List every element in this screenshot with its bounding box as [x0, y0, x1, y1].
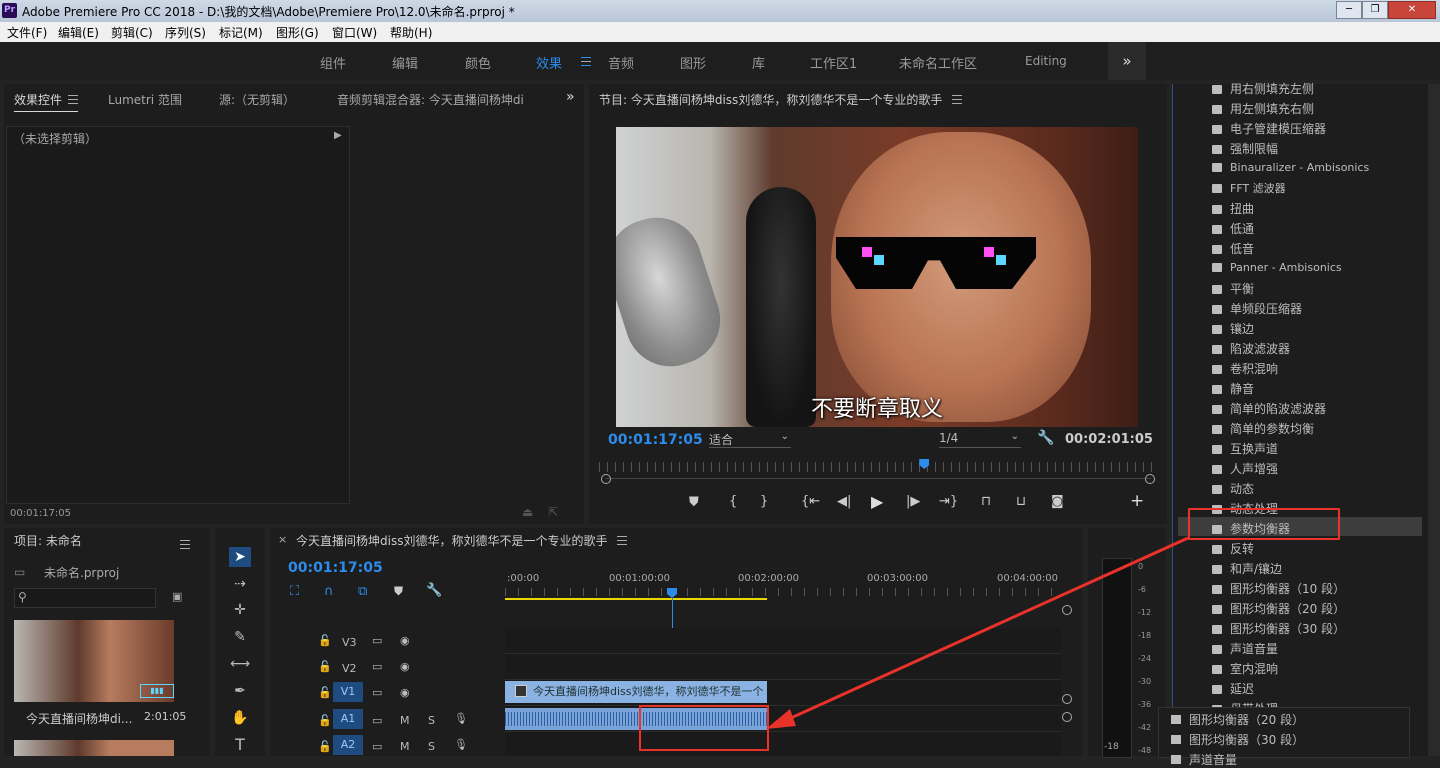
annotation-arrow-head: [766, 709, 796, 729]
annotation-arrow-overlay: [766, 536, 1189, 729]
annotation-arrow-line: [781, 536, 1189, 724]
